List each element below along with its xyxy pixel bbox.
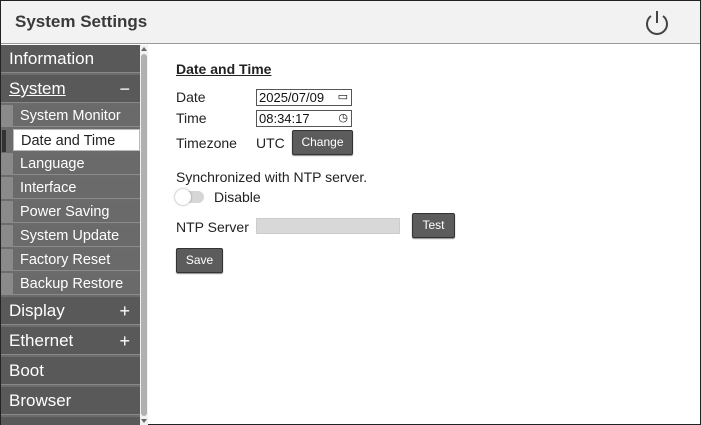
sidebar-section-browser[interactable]: Browser (1, 387, 140, 415)
sidebar-item-label: Language (20, 156, 85, 172)
ntp-server-label: NTP Server (176, 219, 249, 235)
clock-icon[interactable]: ◷ (338, 113, 348, 124)
sidebar-scrollbar[interactable] (140, 45, 148, 425)
sidebar-item-system-update[interactable]: System Update (1, 225, 140, 247)
page-title: System Settings (15, 12, 148, 31)
time-value: 08:34:17 (259, 111, 310, 126)
date-value: 2025/07/09 (259, 90, 325, 105)
change-timezone-button[interactable]: Change (292, 130, 353, 155)
sidebar-section-ethernet[interactable]: Ethernet + (1, 327, 140, 355)
expand-icon[interactable]: + (119, 297, 130, 325)
sidebar-section-partial (1, 417, 140, 425)
sidebar-nav: Information System − System Monitor Date… (1, 45, 140, 425)
sidebar-item-label: System Update (20, 228, 120, 244)
sidebar-item-language[interactable]: Language (1, 153, 140, 175)
sidebar-section-information[interactable]: Information (1, 45, 140, 73)
sidebar-section-system[interactable]: System − (1, 75, 140, 103)
sidebar-section-display[interactable]: Display + (1, 297, 140, 325)
toggle-knob (175, 189, 191, 205)
date-input[interactable]: 2025/07/09 ▭ (256, 89, 352, 106)
scroll-down-icon[interactable] (141, 419, 147, 423)
sidebar-section-label: System (9, 79, 66, 98)
scroll-up-icon[interactable] (141, 47, 147, 51)
sidebar-section-label: Information (9, 49, 95, 68)
sidebar-item-interface[interactable]: Interface (1, 177, 140, 199)
save-button[interactable]: Save (176, 248, 223, 273)
ntp-toggle[interactable] (175, 189, 204, 205)
power-icon[interactable] (642, 8, 672, 38)
app-window: System Settings Information System − Sys… (0, 0, 701, 425)
scrollbar-thumb[interactable] (141, 54, 147, 416)
test-ntp-button[interactable]: Test (412, 213, 455, 238)
sidebar-item-label: Factory Reset (20, 252, 111, 268)
sidebar-section-label: Ethernet (9, 331, 74, 350)
section-heading: Date and Time (176, 61, 272, 77)
sidebar-item-factory-reset[interactable]: Factory Reset (1, 249, 140, 271)
collapse-icon[interactable]: − (119, 75, 130, 103)
sidebar-section-label: Display (9, 301, 65, 320)
timezone-label: Timezone (176, 135, 237, 151)
sidebar-item-backup-restore[interactable]: Backup Restore (1, 273, 140, 295)
sidebar-item-label: Power Saving (20, 204, 110, 220)
date-label: Date (176, 89, 206, 105)
time-label: Time (176, 110, 207, 126)
expand-icon[interactable]: + (119, 327, 130, 355)
sidebar-item-label: Date and Time (21, 133, 116, 149)
sidebar-item-label: System Monitor (20, 108, 121, 124)
time-input[interactable]: 08:34:17 ◷ (256, 110, 352, 127)
sidebar-item-system-monitor[interactable]: System Monitor (1, 105, 140, 127)
ntp-server-input[interactable] (256, 218, 400, 234)
sidebar-section-label: Boot (9, 361, 44, 380)
ntp-sync-text: Synchronized with NTP server. (176, 169, 368, 185)
sidebar-item-label: Interface (20, 180, 77, 196)
ntp-toggle-label: Disable (214, 189, 261, 205)
header-bar: System Settings (1, 1, 700, 44)
sidebar-item-label: Backup Restore (20, 276, 124, 292)
timezone-value: UTC (256, 135, 285, 151)
sidebar-section-boot[interactable]: Boot (1, 357, 140, 385)
calendar-icon[interactable]: ▭ (338, 92, 348, 103)
sidebar-section-label: Browser (9, 391, 72, 410)
sidebar-item-power-saving[interactable]: Power Saving (1, 201, 140, 223)
sidebar-item-date-and-time[interactable]: Date and Time (2, 129, 140, 152)
